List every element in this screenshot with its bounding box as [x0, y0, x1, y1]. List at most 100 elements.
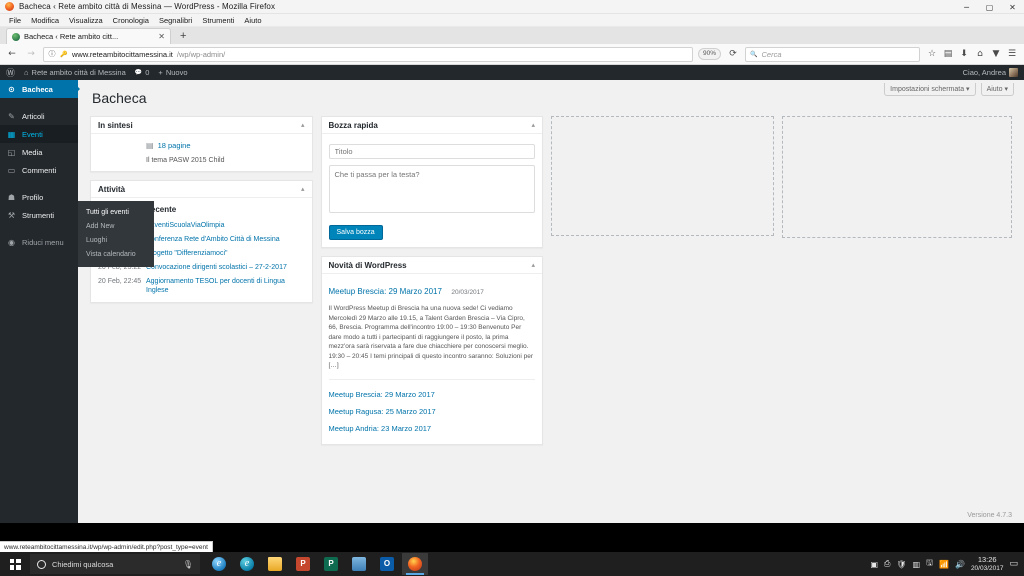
taskbar-clock[interactable]: 13:26 20/03/2017 — [971, 555, 1004, 573]
postbox-header[interactable]: Novità di WordPress ▴ — [321, 257, 543, 274]
post-title-link[interactable]: Convocazione dirigenti scolastici – 27-2… — [146, 263, 305, 272]
taskbar-internet-explorer[interactable]: e — [206, 553, 232, 575]
taskbar-outlook[interactable]: O — [374, 553, 400, 575]
news-link[interactable]: Meetup Andria: 23 Marzo 2017 — [329, 420, 536, 437]
taskbar-file-explorer[interactable] — [262, 553, 288, 575]
news-link[interactable]: Meetup Ragusa: 25 Marzo 2017 — [329, 403, 536, 420]
taskbar-publisher[interactable]: P — [318, 553, 344, 575]
menu-file[interactable]: File — [4, 14, 26, 27]
taskbar-windows-app[interactable] — [346, 553, 372, 575]
comments-bubble[interactable]: 💬 0 — [135, 68, 150, 77]
tab-close-icon[interactable]: ✕ — [158, 32, 165, 41]
search-icon: 🔍 — [750, 51, 758, 58]
summary-pages-label: 18 pagine — [157, 141, 191, 150]
cortana-search-box[interactable]: Chiedimi qualcosa 🎙 — [30, 554, 200, 574]
screen-options-button[interactable]: Impostazioni schermata ▾ — [884, 83, 976, 96]
start-button[interactable] — [0, 552, 30, 576]
menu-modifica[interactable]: Modifica — [26, 14, 64, 27]
news-link[interactable]: Meetup Brescia: 29 Marzo 2017 — [329, 386, 536, 403]
tray-icon-3[interactable]: ▥ — [913, 560, 921, 569]
quickdraft-title-input[interactable] — [328, 144, 536, 159]
news-headline-link[interactable]: Meetup Brescia: 29 Marzo 2017 — [329, 287, 442, 296]
submenu-item-luoghi[interactable]: Luoghi — [78, 234, 154, 248]
hamburger-menu-icon[interactable]: ☰ — [1005, 47, 1019, 61]
sidebar-item-articoli[interactable]: ✎ Articoli — [0, 107, 78, 125]
back-icon[interactable]: ← — [5, 47, 19, 61]
window-buttons: ─ ▢ ✕ — [955, 0, 1024, 14]
tray-icon-4[interactable]: 🖫 — [926, 557, 933, 571]
forward-icon[interactable]: → — [24, 47, 38, 61]
list-item[interactable]: 20 Feb, 22:45 Aggiornamento TESOL per do… — [98, 277, 305, 295]
sidebar-item-strumenti[interactable]: ⚒ Strumenti — [0, 206, 78, 224]
window-title: Bacheca ‹ Rete ambito città di Messina —… — [19, 2, 276, 11]
summary-pages-row[interactable]: ▤ 18 pagine — [146, 141, 305, 150]
postbox-title: In sintesi — [98, 120, 133, 130]
postbox-body: ▤ 18 pagine Il tema PASW 2015 Child — [91, 134, 312, 171]
browser-tab-active[interactable]: Bacheca ‹ Rete ambito citt... ✕ — [6, 28, 171, 44]
sidebar-item-media[interactable]: ◱ Media — [0, 143, 78, 161]
post-title-link[interactable]: Aggiornamento TESOL per docenti di Lingu… — [146, 277, 305, 295]
home-icon[interactable]: ⌂ — [973, 47, 987, 61]
help-button[interactable]: Aiuto ▾ — [980, 83, 1014, 96]
address-bar[interactable]: ⓘ 🔑 www.reteambitocittamessina.it/wp/wp-… — [43, 46, 693, 62]
sidebar-item-riduci-menu[interactable]: ◉ Riduci menu — [0, 233, 78, 251]
volume-icon[interactable]: 🔊 — [955, 560, 965, 569]
menu-aiuto[interactable]: Aiuto — [239, 14, 266, 27]
postbox-header[interactable]: Attività ▴ — [91, 181, 312, 198]
tray-icon-0[interactable]: ▣ — [870, 560, 878, 569]
account-menu[interactable]: Ciao, Andrea — [963, 68, 1018, 77]
taskbar-microsoft-edge[interactable]: e — [234, 553, 260, 575]
microphone-icon[interactable]: 🎙 — [183, 560, 193, 569]
site-info-icon[interactable]: ⓘ — [48, 47, 56, 61]
menu-visualizza[interactable]: Visualizza — [64, 14, 108, 27]
toggle-icon[interactable]: ▴ — [532, 121, 536, 129]
network-icon[interactable]: 📶 — [939, 560, 949, 569]
toggle-icon[interactable]: ▴ — [532, 261, 536, 269]
save-draft-button[interactable]: Salva bozza — [328, 225, 383, 240]
toggle-icon[interactable]: ▴ — [301, 121, 305, 129]
page-title: Bacheca — [92, 90, 147, 106]
bookmark-star-icon[interactable]: ☆ — [925, 47, 939, 61]
action-center-icon[interactable]: ▭ — [1009, 559, 1018, 569]
maximize-button[interactable]: ▢ — [978, 0, 1001, 14]
search-input[interactable]: Cerca — [761, 50, 781, 59]
tray-icon-1[interactable]: ⎙ — [884, 559, 890, 569]
post-title-link[interactable]: Progetto "Differenziamoci" — [146, 249, 305, 258]
menu-segnalibri[interactable]: Segnalibri — [154, 14, 197, 27]
quickdraft-content-textarea[interactable] — [328, 165, 536, 213]
site-name-link[interactable]: ⌂ Rete ambito città di Messina — [24, 68, 126, 77]
empty-widget-placeholder — [551, 116, 774, 236]
post-title-link[interactable]: #EventiScuolaViaOlimpia — [146, 221, 305, 230]
new-tab-button[interactable]: + — [180, 28, 186, 44]
wp-admin-body: ⊙ Bacheca ✎ Articoli ▦ Eventi ◱ Media ▭ … — [0, 80, 1024, 523]
taskbar-firefox[interactable] — [402, 553, 428, 575]
submenu-item-add-new[interactable]: Add New — [78, 220, 154, 234]
sidebar-item-profilo[interactable]: ☗ Profilo — [0, 188, 78, 206]
library-icon[interactable]: ▤ — [941, 47, 955, 61]
sidebar-item-eventi[interactable]: ▦ Eventi — [0, 125, 78, 143]
permission-key-icon[interactable]: 🔑 — [60, 47, 68, 61]
close-button[interactable]: ✕ — [1001, 0, 1024, 14]
menu-cronologia[interactable]: Cronologia — [108, 14, 154, 27]
post-title-link[interactable]: Conferenza Rete d'Ambito Città di Messin… — [146, 235, 305, 244]
zoom-level-indicator[interactable]: 90% — [697, 48, 721, 60]
search-bar[interactable]: 🔍 Cerca — [745, 46, 920, 62]
admin-content: Impostazioni schermata ▾ Aiuto ▾ Bacheca… — [78, 80, 1024, 523]
reload-icon[interactable]: ⟳ — [726, 47, 740, 61]
submenu-item-tutti-gli-eventi[interactable]: Tutti gli eventi — [78, 206, 154, 220]
wordpress-logo-icon[interactable]: Ⓦ — [6, 66, 15, 79]
downloads-icon[interactable]: ⬇ — [957, 47, 971, 61]
menu-strumenti[interactable]: Strumenti — [197, 14, 239, 27]
new-content-button[interactable]: + Nuovo — [158, 68, 187, 77]
submenu-item-vista-calendario[interactable]: Vista calendario — [78, 248, 154, 262]
sidebar-item-bacheca[interactable]: ⊙ Bacheca — [0, 80, 80, 98]
pocket-icon[interactable]: ▼ — [989, 47, 1003, 61]
toggle-icon[interactable]: ▴ — [301, 185, 305, 193]
postbox-header[interactable]: Bozza rapida ▴ — [321, 117, 543, 134]
user-icon: ☗ — [7, 192, 16, 202]
sidebar-item-commenti[interactable]: ▭ Commenti — [0, 161, 78, 179]
postbox-header[interactable]: In sintesi ▴ — [91, 117, 312, 134]
taskbar-powerpoint[interactable]: P — [290, 553, 316, 575]
tray-icon-2[interactable]: 🛡 — [896, 560, 906, 569]
minimize-button[interactable]: ─ — [955, 0, 978, 14]
